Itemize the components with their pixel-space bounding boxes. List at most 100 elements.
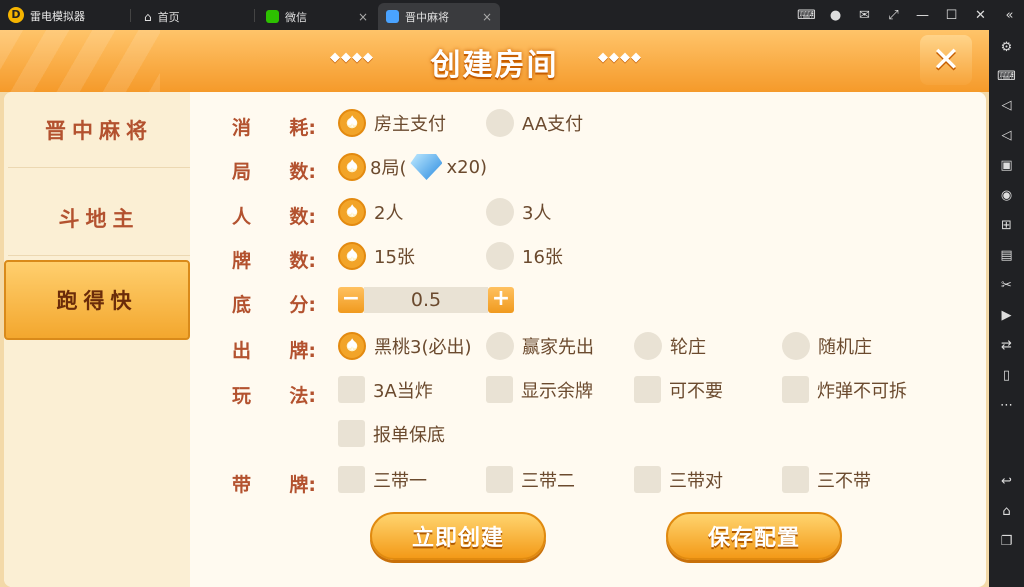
label-attach: 带牌: xyxy=(232,474,316,496)
expand-icon[interactable]: ⤢ xyxy=(879,8,908,23)
base-score-stepper: − 0.5 + xyxy=(338,287,514,313)
checkbox-icon xyxy=(634,376,661,403)
rotate-icon[interactable]: ▯ xyxy=(997,366,1016,385)
home-icon: ⌂ xyxy=(144,9,152,24)
checkbox-icon xyxy=(782,466,809,493)
option-three-with-pair[interactable]: 三带对 xyxy=(634,466,723,493)
account-icon[interactable]: ● xyxy=(821,8,850,23)
close-dialog-button[interactable]: ✕ xyxy=(920,35,972,85)
play-icon[interactable]: ▶ xyxy=(997,306,1016,325)
radio-icon xyxy=(486,109,514,137)
title-decoration-right: ◆◆◆◆ xyxy=(598,50,642,65)
game-screen: ◆◆◆◆ 创建房间 ◆◆◆◆ ✕ 晋中麻将 斗地主 跑得快 消耗: 房主支付 A… xyxy=(0,30,989,587)
radio-selected-icon xyxy=(338,153,366,181)
checkbox-icon xyxy=(338,420,365,447)
base-score-value: 0.5 xyxy=(364,287,488,313)
checkbox-icon xyxy=(634,466,661,493)
tab-divider xyxy=(254,9,255,22)
option-random-dealer[interactable]: 随机庄 xyxy=(782,332,872,360)
record-icon[interactable]: ◉ xyxy=(997,186,1016,205)
label-rules: 玩法: xyxy=(232,385,316,407)
option-3a-bomb[interactable]: 3A当炸 xyxy=(338,376,433,403)
gamepad-icon[interactable]: ⌨ xyxy=(792,8,821,23)
minimize-icon[interactable]: — xyxy=(908,8,937,23)
wechat-icon xyxy=(266,10,279,23)
tab-game-label: 晋中麻将 xyxy=(405,10,449,24)
close-tab-icon[interactable]: × xyxy=(482,10,492,24)
menu-item-jinzhong-mahjong[interactable]: 晋中麻将 xyxy=(8,92,190,168)
tab-wechat[interactable]: 微信 × xyxy=(258,3,376,30)
option-winner-first[interactable]: 赢家先出 xyxy=(486,332,594,360)
checkbox-icon xyxy=(486,466,513,493)
checkbox-icon xyxy=(338,376,365,403)
dialog-header: ◆◆◆◆ 创建房间 ◆◆◆◆ ✕ xyxy=(0,30,989,92)
menu-item-doudizhu[interactable]: 斗地主 xyxy=(8,180,190,256)
tab-home-label: 首页 xyxy=(157,10,180,24)
tab-wechat-label: 微信 xyxy=(285,10,307,24)
tab-game[interactable]: 晋中麻将 × xyxy=(378,3,500,30)
checkbox-icon xyxy=(782,376,809,403)
label-base-score: 底分: xyxy=(232,294,316,316)
create-now-button[interactable]: 立即创建 xyxy=(370,512,546,560)
save-config-button[interactable]: 保存配置 xyxy=(666,512,842,560)
game-type-menu: 晋中麻将 斗地主 跑得快 xyxy=(4,92,190,587)
tab-home[interactable]: ⌂ 首页 xyxy=(136,3,252,30)
keyboard-icon[interactable]: ⌨ xyxy=(997,67,1016,86)
option-rotate-dealer[interactable]: 轮庄 xyxy=(634,332,706,360)
more-icon[interactable]: ⋯ xyxy=(997,396,1016,415)
add-app-icon[interactable]: ⊞ xyxy=(997,216,1016,235)
radio-icon xyxy=(486,332,514,360)
home-nav-icon[interactable]: ⌂ xyxy=(997,502,1016,521)
option-8-rounds[interactable]: 8局(x20) xyxy=(338,153,487,181)
game-icon xyxy=(386,10,399,23)
checkbox-icon xyxy=(486,376,513,403)
close-x-icon: ✕ xyxy=(931,40,961,80)
label-players: 人数: xyxy=(232,206,316,228)
radio-icon xyxy=(486,242,514,270)
label-rounds: 局数: xyxy=(232,161,316,183)
menu-item-paodekuai[interactable]: 跑得快 xyxy=(4,260,190,340)
option-three-with-two[interactable]: 三带二 xyxy=(486,466,575,493)
app-name: 雷电模拟器 xyxy=(30,10,85,23)
option-can-pass[interactable]: 可不要 xyxy=(634,376,723,403)
radio-selected-icon xyxy=(338,198,366,226)
option-show-remaining[interactable]: 显示余牌 xyxy=(486,376,593,403)
radio-selected-icon xyxy=(338,332,366,360)
option-aa-pay[interactable]: AA支付 xyxy=(486,109,583,137)
increase-button[interactable]: + xyxy=(488,287,514,313)
emulator-toolbar: ⚙ ⌨ ◁ ◁ ▣ ◉ ⊞ ▤ ✂ ▶ ⇄ ▯ ⋯ ↩ ⌂ ❐ xyxy=(989,30,1024,587)
sync-icon[interactable]: ⇄ xyxy=(997,336,1016,355)
option-bomb-unsplittable[interactable]: 炸弹不可拆 xyxy=(782,376,907,403)
collapse-sidebar-icon[interactable]: « xyxy=(995,8,1024,23)
decrease-button[interactable]: − xyxy=(338,287,364,313)
option-spade3-first[interactable]: 黑桃3(必出) xyxy=(338,332,472,360)
apk-icon[interactable]: ▤ xyxy=(997,246,1016,265)
label-lead: 出牌: xyxy=(232,340,316,362)
label-cards: 牌数: xyxy=(232,250,316,272)
maximize-icon[interactable]: ☐ xyxy=(937,8,966,23)
option-3-players[interactable]: 3人 xyxy=(486,198,551,226)
volume-down-icon[interactable]: ◁ xyxy=(997,126,1016,145)
scissors-icon[interactable]: ✂ xyxy=(997,276,1016,295)
option-15-cards[interactable]: 15张 xyxy=(338,242,415,270)
recent-apps-icon[interactable]: ❐ xyxy=(997,532,1016,551)
dialog-title: 创建房间 xyxy=(430,48,559,83)
option-single-guarantee[interactable]: 报单保底 xyxy=(338,420,445,447)
window-controls: ⌨ ● ✉ ⤢ — ☐ ✕ « xyxy=(792,0,1024,30)
settings-icon[interactable]: ⚙ xyxy=(997,38,1016,57)
close-tab-icon[interactable]: × xyxy=(358,10,368,24)
volume-up-icon[interactable]: ◁ xyxy=(997,96,1016,115)
app-logo-icon: D xyxy=(8,7,24,23)
option-16-cards[interactable]: 16张 xyxy=(486,242,563,270)
option-three-with-one[interactable]: 三带一 xyxy=(338,466,427,493)
back-icon[interactable]: ↩ xyxy=(997,472,1016,491)
label-consume: 消耗: xyxy=(232,117,316,139)
mail-icon[interactable]: ✉ xyxy=(850,8,879,23)
screenshot-icon[interactable]: ▣ xyxy=(997,156,1016,175)
option-owner-pay[interactable]: 房主支付 xyxy=(338,109,446,137)
close-window-icon[interactable]: ✕ xyxy=(966,8,995,23)
option-three-none[interactable]: 三不带 xyxy=(782,466,871,493)
radio-icon xyxy=(486,198,514,226)
tab-divider xyxy=(130,9,131,22)
option-2-players[interactable]: 2人 xyxy=(338,198,403,226)
